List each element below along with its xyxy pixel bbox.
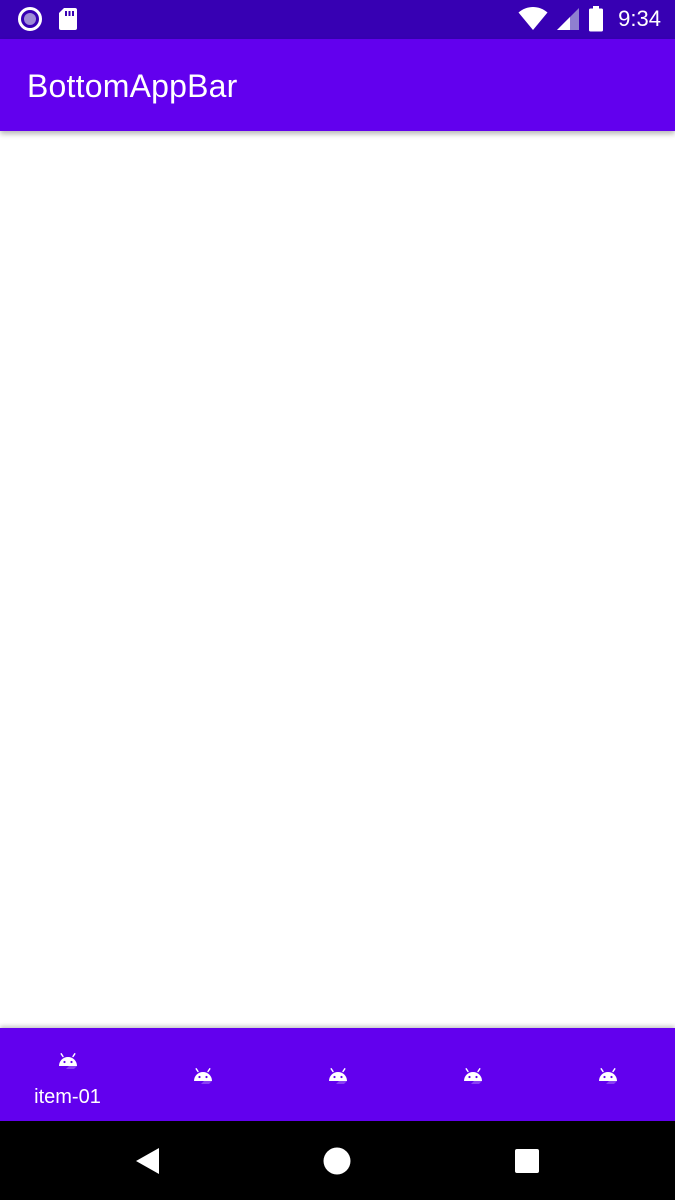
android-icon	[463, 1068, 482, 1084]
android-icon	[193, 1068, 212, 1084]
status-time: 9:34	[618, 6, 661, 31]
android-icon	[58, 1053, 77, 1069]
wifi-icon	[518, 7, 548, 30]
home-icon[interactable]	[321, 1145, 353, 1177]
nav-item-4[interactable]	[405, 1028, 540, 1121]
status-bar: 9:34	[0, 0, 675, 39]
signal-icon	[557, 8, 580, 30]
record-icon	[18, 7, 42, 31]
system-navigation-bar	[0, 1121, 675, 1200]
android-icon	[328, 1068, 347, 1084]
android-icon	[598, 1068, 617, 1084]
nav-item-label: item-01	[34, 1086, 101, 1108]
battery-icon	[589, 6, 604, 32]
nav-item-3[interactable]	[270, 1028, 405, 1121]
main-content	[0, 131, 675, 1028]
status-left-icons	[18, 7, 78, 31]
top-app-bar: BottomAppBar	[0, 39, 675, 131]
bottom-navigation: item-01	[0, 1028, 675, 1121]
status-right-icons: 9:34	[518, 6, 661, 32]
back-icon[interactable]	[132, 1145, 164, 1177]
nav-item-5[interactable]	[540, 1028, 675, 1121]
nav-item-1[interactable]: item-01	[0, 1028, 135, 1121]
page-title: BottomAppBar	[27, 68, 238, 104]
recents-icon[interactable]	[511, 1145, 543, 1177]
sd-card-icon	[59, 8, 77, 30]
nav-item-2[interactable]	[135, 1028, 270, 1121]
